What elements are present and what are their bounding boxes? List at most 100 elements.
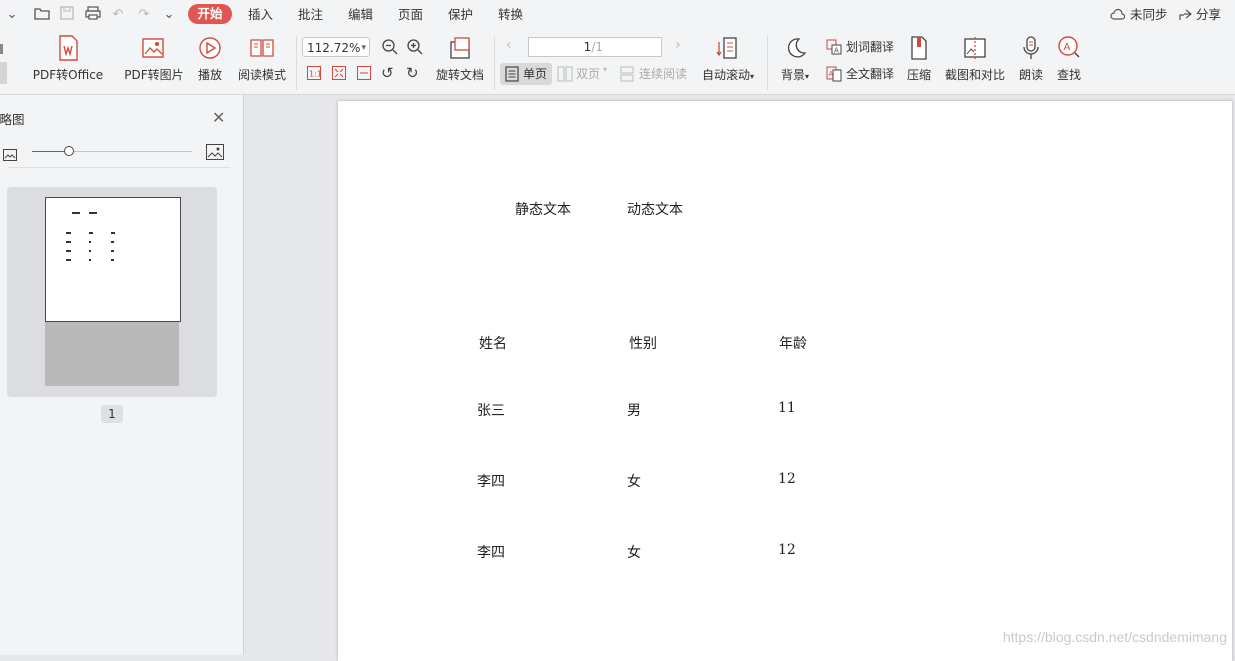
tab-start[interactable]: 开始 (188, 4, 232, 24)
auto-scroll-button[interactable]: 自动滚动▾ (700, 34, 756, 83)
customize-dropdown-icon[interactable]: ⌄ (160, 6, 178, 24)
dynamic-text-label: 动态文本 (627, 202, 683, 218)
pdf-to-office-icon (28, 34, 108, 62)
chevron-down-icon: ▾ (750, 72, 755, 81)
compress-icon (904, 34, 934, 62)
sync-status[interactable]: 未同步 (1126, 5, 1172, 25)
pdf-to-office-button[interactable]: PDF转Office (28, 34, 108, 83)
find-button[interactable]: A 查找 (1054, 34, 1084, 83)
full-translate-icon[interactable]: A (826, 66, 842, 86)
continuous-read-icon[interactable] (620, 66, 634, 86)
redo-icon[interactable]: ↷ (135, 6, 153, 24)
play-button[interactable]: 播放 (194, 34, 226, 83)
rotate-document-icon (434, 34, 486, 62)
full-translate-button[interactable]: 全文翻译 (846, 65, 894, 83)
chevron-down-icon: ▾ (361, 43, 366, 53)
table-cell: 12 (778, 471, 796, 487)
tab-page[interactable]: 页面 (394, 5, 427, 25)
print-icon[interactable] (84, 6, 102, 24)
share-icon (1178, 7, 1193, 26)
compress-button[interactable]: 压缩 (904, 34, 934, 83)
auto-scroll-icon (700, 34, 756, 62)
close-icon[interactable]: ✕ (212, 108, 225, 127)
background-button[interactable]: 背景▾ (778, 34, 812, 83)
fit-width-icon[interactable] (356, 65, 372, 85)
table-cell: 男 (627, 403, 641, 419)
slider-handle[interactable] (64, 146, 74, 156)
tab-insert[interactable]: 插入 (244, 5, 277, 25)
find-icon: A (1054, 34, 1084, 62)
read-aloud-button[interactable]: 朗读 (1016, 34, 1046, 83)
save-icon[interactable] (58, 6, 76, 24)
svg-text:1:1: 1:1 (309, 70, 322, 79)
ribbon-divider (494, 36, 495, 90)
actual-size-icon[interactable]: 1:1 (306, 65, 322, 85)
column-header-gender: 性别 (629, 336, 657, 352)
svg-text:A: A (1064, 42, 1071, 53)
book-icon (236, 34, 288, 62)
tab-edit[interactable]: 编辑 (344, 5, 377, 25)
share-button[interactable]: 分享 (1192, 5, 1225, 25)
screenshot-compare-icon (943, 34, 1007, 62)
tab-protect[interactable]: 保护 (444, 5, 477, 25)
cloud-sync-icon (1110, 7, 1126, 26)
collapsed-panel-tab[interactable] (0, 62, 7, 84)
page-number-input[interactable]: 1/1 (528, 37, 662, 57)
panel-divider (8, 167, 230, 168)
tab-convert[interactable]: 转换 (494, 5, 527, 25)
fit-page-icon[interactable] (331, 65, 347, 85)
small-image-icon[interactable] (3, 146, 17, 165)
rotate-right-icon[interactable]: ↻ (406, 64, 419, 82)
single-page-label: 单页 (523, 67, 548, 81)
table-cell: 李四 (477, 545, 505, 561)
column-header-name: 姓名 (479, 336, 507, 352)
thumbnail-size-slider[interactable] (32, 146, 192, 156)
table-cell: 李四 (477, 474, 505, 490)
table-cell: 女 (627, 474, 641, 490)
table-cell: 张三 (477, 403, 505, 419)
large-image-icon[interactable] (206, 144, 224, 164)
zoom-select[interactable]: 112.72% ▾ (302, 37, 370, 57)
chevron-down-icon[interactable]: ⌄ (3, 6, 21, 24)
ribbon-divider (767, 36, 768, 90)
play-icon (194, 34, 226, 62)
watermark-text: https://blog.csdn.net/csdndemimang (1002, 629, 1227, 645)
table-cell: 11 (778, 400, 796, 416)
pdf-to-image-icon (122, 34, 186, 62)
pdf-page[interactable]: 静态文本 动态文本 姓名 性别 年龄 张三 男 11 李四 女 12 李四 女 … (338, 101, 1232, 661)
thumbnail-placeholder (45, 322, 179, 386)
menu-bar: ⌄ ↶ ↷ ⌄ 开始 插入 批注 编辑 页面 保护 转换 未同步 分享 (0, 0, 1235, 30)
static-text-label: 静态文本 (515, 202, 571, 218)
table-cell: 女 (627, 545, 641, 561)
microphone-icon (1016, 34, 1046, 62)
pdf-to-image-button[interactable]: PDF转图片 (122, 34, 186, 83)
continuous-read-button[interactable]: 连续阅读 (639, 65, 687, 83)
screenshot-compare-button[interactable]: 截图和对比 (943, 34, 1007, 83)
thumbnail-page-number: 1 (101, 405, 123, 423)
chevron-down-icon: ▾ (603, 65, 608, 74)
moon-icon (778, 34, 812, 62)
undo-icon[interactable]: ↶ (109, 6, 127, 24)
single-page-icon (505, 66, 519, 86)
zoom-out-icon[interactable] (381, 38, 399, 60)
rotate-left-icon[interactable]: ↺ (381, 64, 394, 82)
chevron-down-icon: ▾ (805, 72, 810, 81)
thumbnail-preview (66, 212, 115, 261)
word-translate-icon[interactable]: A (826, 39, 842, 59)
zoom-in-icon[interactable] (406, 38, 424, 60)
double-page-button[interactable]: 双页 (576, 65, 600, 83)
svg-text:A: A (834, 47, 839, 55)
next-page-icon[interactable]: › (675, 37, 681, 53)
rotate-document-button[interactable]: 旋转文档 (434, 34, 486, 83)
double-page-icon[interactable] (557, 66, 573, 86)
table-cell: 12 (778, 542, 796, 558)
tab-annotate[interactable]: 批注 (294, 5, 327, 25)
previous-page-icon[interactable]: ‹ (506, 37, 512, 53)
ribbon-divider (296, 36, 297, 90)
word-translate-button[interactable]: 划词翻译 (846, 38, 894, 56)
column-header-age: 年龄 (779, 336, 807, 352)
page-thumbnail[interactable] (45, 197, 181, 322)
collapsed-panel-marker (0, 44, 3, 54)
open-folder-icon[interactable] (33, 6, 51, 24)
read-mode-button[interactable]: 阅读模式 (236, 34, 288, 83)
